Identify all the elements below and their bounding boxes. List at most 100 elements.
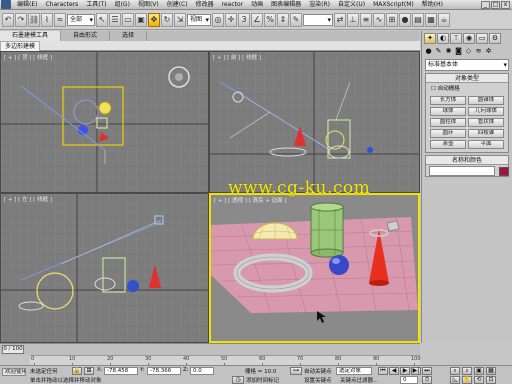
time-slider-knob[interactable]: 0 / 100	[2, 345, 24, 354]
menu-item[interactable]: 组(G)	[111, 0, 134, 9]
menu-item[interactable]: 渲染(R)	[305, 0, 334, 9]
viewport-top-label[interactable]: [ + ] [ 顶 ] [ 线框 ]	[4, 53, 52, 61]
angle-snap-icon[interactable]: ∠	[251, 12, 263, 27]
menu-item[interactable]: 动画	[247, 0, 267, 9]
undo-icon[interactable]: ↶	[2, 12, 14, 27]
viewport-front-label[interactable]: [ + ] [ 前 ] [ 线框 ]	[213, 53, 261, 61]
named-selection-select[interactable]	[303, 13, 333, 26]
minimize-button[interactable]: _	[481, 0, 490, 9]
geometry-icon[interactable]: ●	[424, 47, 433, 56]
lock-selection-icon[interactable]: 🔒	[72, 367, 82, 375]
unlink-icon[interactable]: ⌇	[41, 12, 53, 27]
next-frame-icon[interactable]: ▶|	[411, 367, 421, 375]
key-filters-button[interactable]: 关键点过滤器...	[340, 376, 378, 384]
menu-item[interactable]: 修改器	[192, 0, 218, 9]
track-bar[interactable]: 0 10 20 30 40 50 60 70 80 90 100	[30, 355, 421, 366]
align-icon[interactable]: ⊥	[347, 12, 359, 27]
play-icon[interactable]: ▶	[400, 367, 410, 375]
object-type-rollout-header[interactable]: 对象类型	[426, 74, 508, 83]
goto-end-icon[interactable]: ⏭	[422, 367, 432, 375]
menu-item[interactable]: Characters	[41, 0, 82, 9]
tab-graphite-modeling[interactable]: 石墨建模工具	[0, 31, 62, 41]
window-crossing-icon[interactable]: ▣	[135, 12, 147, 27]
menu-item[interactable]: 工具(T)	[82, 0, 110, 9]
bind-space-warp-icon[interactable]: ≈	[54, 12, 66, 27]
maxscript-listener[interactable]: 欢迎使用 MAXSc	[2, 368, 26, 376]
selected-set-select[interactable]: 选定对象	[336, 367, 372, 375]
time-tag-icon[interactable]: ◷	[232, 376, 244, 384]
viewport-left[interactable]: [ + ] [ 左 ] [ 线框 ]	[0, 193, 209, 343]
display-tab-icon[interactable]: ▭	[476, 33, 488, 44]
manipulate-icon[interactable]: ✛	[225, 12, 237, 27]
x-coordinate-field[interactable]: -78.458	[104, 367, 138, 375]
pivot-center-icon[interactable]: ◎	[212, 12, 224, 27]
autokey-button[interactable]: 自动关键点	[304, 367, 332, 375]
render-setup-icon[interactable]: ▤	[412, 12, 424, 27]
select-and-move-icon[interactable]: ✥	[148, 12, 160, 27]
object-type-button[interactable]: 球体	[430, 107, 466, 116]
name-color-rollout-header[interactable]: 名称和颜色	[426, 156, 508, 165]
create-tab-icon[interactable]: ✦	[424, 33, 436, 44]
select-region-icon[interactable]: ▭	[122, 12, 134, 27]
object-type-button[interactable]: 平面	[468, 140, 504, 149]
material-editor-icon[interactable]: ●	[399, 12, 411, 27]
object-name-field[interactable]	[429, 166, 495, 176]
object-type-button[interactable]: 长方体	[430, 96, 466, 105]
menu-item[interactable]: 图表编辑器	[267, 0, 305, 9]
add-time-tag-label[interactable]: 添加时间标记	[246, 376, 279, 384]
link-icon[interactable]: ⛓	[28, 12, 40, 27]
tab-selection[interactable]: 选择	[110, 31, 148, 41]
cameras-icon[interactable]: ◙	[454, 47, 463, 56]
menu-item[interactable]: 创建(C)	[163, 0, 192, 9]
percent-snap-icon[interactable]: %	[264, 12, 276, 27]
z-coordinate-field[interactable]: 0.0	[190, 367, 214, 375]
object-type-button[interactable]: 圆柱体	[430, 118, 466, 127]
select-object-icon[interactable]: ↖	[96, 12, 108, 27]
object-type-button[interactable]: 茶壶	[430, 140, 466, 149]
viewport-top[interactable]: [ + ] [ 顶 ] [ 线框 ]	[0, 51, 209, 193]
pan-icon[interactable]: ✋	[462, 376, 472, 384]
autogrid-checkbox[interactable]: ☐ 自动栅格	[426, 83, 508, 93]
time-config-icon[interactable]: ⏱	[422, 376, 432, 384]
motion-tab-icon[interactable]: ◉	[463, 33, 475, 44]
viewport-left-label[interactable]: [ + ] [ 左 ] [ 线框 ]	[4, 195, 52, 203]
maximize-viewport-icon[interactable]: ⊡	[486, 376, 496, 384]
goto-start-icon[interactable]: ⏮	[378, 367, 388, 375]
current-frame-field[interactable]: 0	[400, 376, 418, 384]
systems-icon[interactable]: ✲	[484, 47, 493, 56]
object-category-select[interactable]: 标准基本体	[425, 59, 509, 71]
helpers-icon[interactable]: ◇	[464, 47, 473, 56]
tab-freeform[interactable]: 自由形式	[61, 31, 111, 41]
zoom-icon[interactable]: ⌕	[450, 367, 460, 375]
zoom-extents-all-icon[interactable]: ▦	[486, 367, 496, 375]
snap-toggle-icon[interactable]: 3	[238, 12, 250, 27]
layer-manager-icon[interactable]: ≡	[360, 12, 372, 27]
redo-icon[interactable]: ↷	[15, 12, 27, 27]
select-and-scale-icon[interactable]: ⇲	[174, 12, 186, 27]
viewport-front[interactable]: [ + ] [ 前 ] [ 线框 ]	[209, 51, 420, 193]
menu-item[interactable]: reactor	[218, 0, 248, 9]
hierarchy-tab-icon[interactable]: ⊤	[450, 33, 462, 44]
curve-editor-icon[interactable]: ∿	[373, 12, 385, 27]
menu-item[interactable]: 自定义(U)	[334, 0, 369, 9]
reference-coordinate-select[interactable]: 视图	[187, 13, 211, 26]
close-button[interactable]: x	[501, 0, 510, 9]
zoom-all-icon[interactable]: ⌕	[462, 367, 472, 375]
schematic-view-icon[interactable]: ⊞	[386, 12, 398, 27]
selection-filter-select[interactable]: 全部	[67, 13, 95, 26]
spacewarps-icon[interactable]: ≋	[474, 47, 483, 56]
object-type-button[interactable]: 管状体	[468, 118, 504, 127]
object-type-button[interactable]: 圆环	[430, 129, 466, 138]
maximize-button[interactable]: □	[491, 0, 500, 9]
lights-icon[interactable]: ✺	[444, 47, 453, 56]
spinner-snap-icon[interactable]: ⇕	[277, 12, 289, 27]
app-logo-icon[interactable]	[1, 0, 11, 9]
mirror-icon[interactable]: ⇄	[334, 12, 346, 27]
set-key-mode-icon[interactable]: ⊶	[290, 367, 302, 375]
menu-item[interactable]: 视图(V)	[134, 0, 163, 9]
quick-render-icon[interactable]: ☕	[438, 12, 450, 27]
menu-item[interactable]: 编辑(E)	[13, 0, 41, 9]
orbit-icon[interactable]: ⟲	[474, 376, 484, 384]
absolute-mode-icon[interactable]: ⊞	[84, 367, 94, 375]
select-by-name-icon[interactable]: ☰	[109, 12, 121, 27]
